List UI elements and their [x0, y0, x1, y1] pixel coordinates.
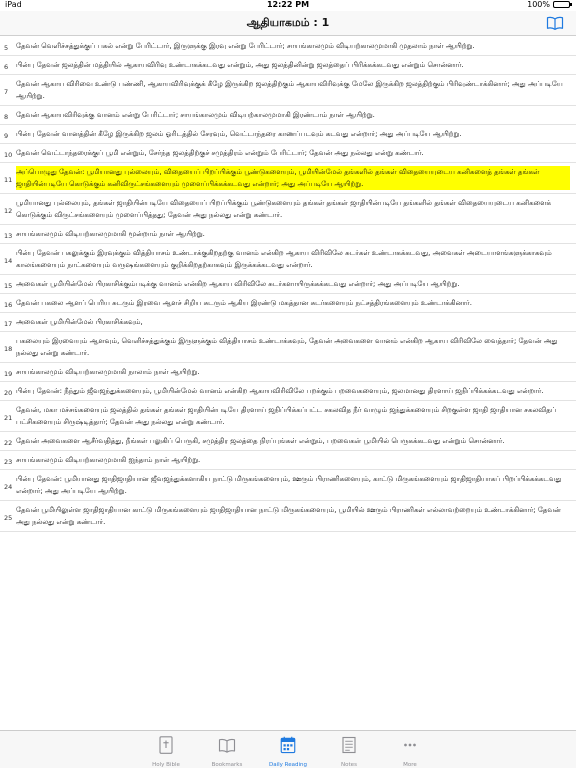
verse-text: தேவன் ஆகாயவிரிவுக்கு வானம் என்று பேரிட்ட…	[16, 111, 375, 119]
tab-label: Notes	[341, 762, 357, 768]
bible-icon	[157, 735, 175, 759]
verse-number: 9	[4, 131, 9, 140]
calendar-icon	[279, 735, 297, 759]
verse-row[interactable]: 21 தேவன், மகா மச்சங்களையும் ஜலத்தில் தங்க…	[0, 401, 576, 432]
verse-number: 10	[4, 150, 13, 159]
navigation-bar: ஆதியாகமம் : 1	[0, 11, 576, 36]
verse-number: 17	[4, 319, 13, 328]
verse-row[interactable]: 11 அப்பொழுது தேவன்: பூமியானது புல்லையும்,…	[0, 163, 576, 194]
verse-row[interactable]: 9 பின்பு தேவன் வானத்தின் கீழே இருக்கிற ஜல…	[0, 125, 576, 144]
verse-row[interactable]: 20 பின்பு தேவன்: நீந்தும் ஜீவஜந்துக்களையு…	[0, 382, 576, 401]
verse-number: 21	[4, 413, 13, 422]
verse-text: பின்பு தேவன் பகலுக்கும் இரவுக்கும் வித்த…	[16, 249, 552, 269]
verse-text: பூமியானது புல்லையும், தங்கள் ஜாதியின்படி…	[16, 199, 552, 219]
verse-row[interactable]: 10 தேவன் வெட்டாந்தரைக்குப் பூமி என்றும், …	[0, 144, 576, 163]
verse-number: 13	[4, 231, 13, 240]
tab-label: Bookmarks	[211, 762, 243, 768]
verse-text: சாயங்காலமும் விடியற்காலமுமாகி நாலாம் நாள…	[16, 368, 200, 376]
battery-indicator: 100%	[527, 0, 572, 9]
verse-text: தேவன் அவைகளை ஆசீர்வதித்து, நீங்கள் பலுகி…	[16, 437, 505, 445]
verse-row[interactable]: 22 தேவன் அவைகளை ஆசீர்வதித்து, நீங்கள் பலு…	[0, 432, 576, 451]
verse-row[interactable]: 19 சாயங்காலமும் விடியற்காலமுமாகி நாலாம் ந…	[0, 363, 576, 382]
tab-label: More	[403, 762, 417, 768]
page-title: ஆதியாகமம் : 1	[246, 16, 330, 29]
verse-number: 16	[4, 300, 13, 309]
verse-text: தேவன் வெளிச்சத்துக்குப் பகல் என்று பேரிட…	[16, 42, 475, 50]
status-bar: iPad 12:22 PM 100%	[0, 0, 576, 11]
verse-text: அவைகள் பூமியின்மேல் பிரகாசிக்கும்படிக்கு…	[16, 280, 460, 288]
verse-row[interactable]: 14 பின்பு தேவன் பகலுக்கும் இரவுக்கும் வித…	[0, 244, 576, 275]
verse-number: 15	[4, 281, 13, 290]
verse-list[interactable]: 5 தேவன் வெளிச்சத்துக்குப் பகல் என்று பேரி…	[0, 37, 576, 730]
verse-text: தேவன் பகலை ஆளப் பெரிய சுடரும் இரவை ஆளச் …	[16, 299, 472, 307]
verse-text: அவைகள் பூமியின்மேல் பிரகாசிக்கவும்,	[16, 318, 143, 326]
verse-number: 5	[4, 43, 9, 52]
verse-number: 11	[4, 175, 13, 184]
tab-holy-bible[interactable]: Holy Bible	[136, 731, 197, 768]
tab-daily-reading[interactable]: Daily Reading	[258, 731, 319, 768]
tab-more[interactable]: More	[380, 731, 441, 768]
verse-text: பின்பு தேவன் வானத்தின் கீழே இருக்கிற ஜலம…	[16, 130, 462, 138]
verse-row[interactable]: 18 பகலையும் இரவையும் ஆளவும், வெளிச்சத்துக…	[0, 332, 576, 363]
verse-text: பகலையும் இரவையும் ஆளவும், வெளிச்சத்துக்க…	[16, 337, 558, 357]
verse-number: 8	[4, 112, 9, 121]
verse-text: தேவன் வெட்டாந்தரைக்குப் பூமி என்றும், சே…	[16, 149, 424, 157]
verse-text: தேவன், மகா மச்சங்களையும் ஜலத்தில் தங்கள்…	[16, 406, 557, 426]
tab-notes[interactable]: Notes	[319, 731, 380, 768]
tab-bar: Holy Bible Bookmarks Daily Reading Notes Mor…	[0, 730, 576, 768]
verse-number: 23	[4, 457, 13, 466]
battery-icon	[553, 1, 572, 8]
verse-number: 18	[4, 344, 13, 353]
verse-row[interactable]: 15 அவைகள் பூமியின்மேல் பிரகாசிக்கும்படிக்…	[0, 275, 576, 294]
bookmarks-icon	[218, 735, 236, 759]
tab-label: Daily Reading	[269, 762, 307, 768]
verse-row[interactable]: 5 தேவன் வெளிச்சத்துக்குப் பகல் என்று பேரி…	[0, 37, 576, 56]
tab-bookmarks[interactable]: Bookmarks	[197, 731, 258, 768]
verse-text: சாயங்காலமும் விடியற்காலமுமாகி ஐந்தாம் நா…	[16, 456, 201, 464]
verse-text: சாயங்காலமும் விடியற்காலமுமாகி மூன்றாம் ந…	[16, 230, 205, 238]
verse-row[interactable]: 7 தேவன் ஆகாய விரிவை உண்டு பண்ணி, ஆகாயவிரி…	[0, 75, 576, 106]
verse-number: 6	[4, 62, 9, 71]
open-book-icon	[546, 16, 564, 30]
verse-text: அப்பொழுது தேவன்: பூமியானது புல்லையும், வ…	[16, 166, 570, 190]
verse-text: தேவன் ஆகாய விரிவை உண்டு பண்ணி, ஆகாயவிரிவ…	[16, 80, 563, 100]
tab-label: Holy Bible	[152, 762, 180, 768]
status-time: 12:22 PM	[266, 0, 310, 9]
verse-number: 25	[4, 513, 13, 522]
verse-number: 22	[4, 438, 13, 447]
verse-number: 19	[4, 369, 13, 378]
verse-row[interactable]: 16 தேவன் பகலை ஆளப் பெரிய சுடரும் இரவை ஆளச…	[0, 294, 576, 313]
more-icon	[401, 735, 419, 759]
verse-row[interactable]: 25 தேவன் பூமியிலுள்ள ஜாதிஜாதியான காட்டு ம…	[0, 501, 576, 532]
verse-number: 7	[4, 87, 9, 96]
verse-number: 14	[4, 256, 13, 265]
verse-number: 12	[4, 206, 13, 215]
verse-row[interactable]: 8 தேவன் ஆகாயவிரிவுக்கு வானம் என்று பேரிட்…	[0, 106, 576, 125]
verse-text: பின்பு தேவன் ஜலத்தின் மத்தியில் ஆகாயவிரி…	[16, 61, 464, 69]
notes-icon	[340, 735, 358, 759]
verse-text: தேவன் பூமியிலுள்ள ஜாதிஜாதியான காட்டு மிர…	[16, 506, 561, 526]
verse-row[interactable]: 24 பின்பு தேவன்: பூமியானது ஜாதிஜாதியான ஜீ…	[0, 470, 576, 501]
verse-row[interactable]: 12 பூமியானது புல்லையும், தங்கள் ஜாதியின்ப…	[0, 194, 576, 225]
verse-row[interactable]: 6 பின்பு தேவன் ஜலத்தின் மத்தியில் ஆகாயவிர…	[0, 56, 576, 75]
verse-row[interactable]: 13 சாயங்காலமும் விடியற்காலமுமாகி மூன்றாம்…	[0, 225, 576, 244]
verse-number: 20	[4, 388, 13, 397]
verse-text: பின்பு தேவன்: பூமியானது ஜாதிஜாதியான ஜீவஜ…	[16, 475, 562, 495]
verse-row[interactable]: 23 சாயங்காலமும் விடியற்காலமுமாகி ஐந்தாம் …	[0, 451, 576, 470]
battery-percent: 100%	[527, 0, 550, 9]
verse-number: 24	[4, 482, 13, 491]
open-book-button[interactable]	[546, 14, 564, 32]
verse-row[interactable]: 17 அவைகள் பூமியின்மேல் பிரகாசிக்கவும்,	[0, 313, 576, 332]
verse-text: பின்பு தேவன்: நீந்தும் ஜீவஜந்துக்களையும்…	[16, 387, 544, 395]
